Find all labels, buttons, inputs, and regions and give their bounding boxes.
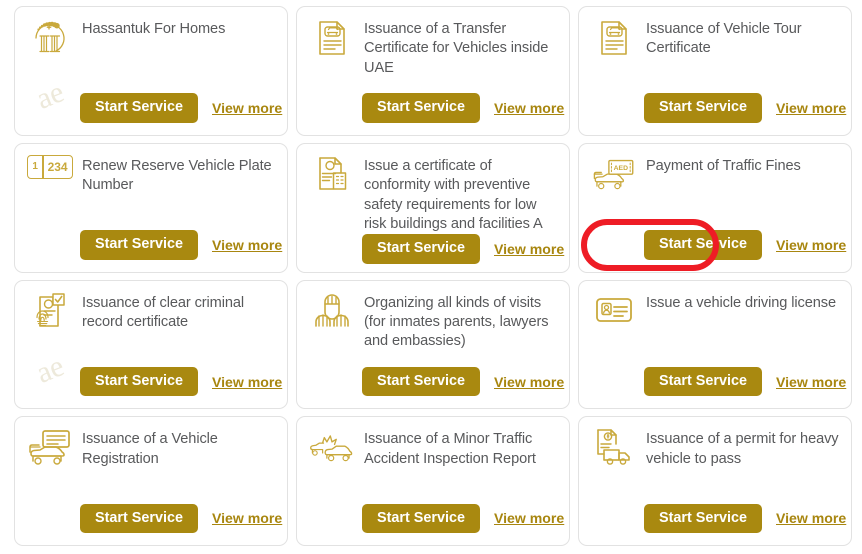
view-more-link[interactable]: View more: [776, 510, 846, 526]
service-card-header: Issuance of a Minor Traffic Accident Ins…: [309, 427, 557, 470]
start-service-button[interactable]: Start Service: [644, 503, 762, 533]
service-card-header: Issue a certificate of conformity with p…: [309, 154, 557, 235]
safety-certificate-building-icon: [309, 154, 355, 197]
hassantuk-columns-icon: [27, 17, 73, 60]
view-more-link[interactable]: View more: [776, 374, 846, 390]
service-card-header: Issuance of a Vehicle Registration: [27, 427, 275, 470]
start-service-button[interactable]: Start Service: [362, 93, 480, 123]
service-card[interactable]: Issue a vehicle driving license Start Ser…: [578, 279, 852, 410]
service-card[interactable]: Issuance of clear criminal record certif…: [14, 279, 288, 410]
service-card[interactable]: Issue a certificate of conformity with p…: [296, 142, 570, 273]
view-more-link[interactable]: View more: [212, 510, 282, 526]
service-card-header: AED Payment of Traffic Fines: [591, 154, 839, 197]
service-card-actions: Start Service View more: [309, 234, 564, 265]
service-card-actions: Start Service View more: [309, 366, 564, 398]
service-card-actions: ae Start Service View more: [27, 76, 282, 124]
car-collision-icon: [309, 427, 355, 470]
vehicle-document-icon: [591, 17, 637, 60]
service-card[interactable]: Issuance of a Minor Traffic Accident Ins…: [296, 416, 570, 546]
view-more-link[interactable]: View more: [212, 100, 282, 116]
service-card-actions: Start Service View more: [27, 503, 282, 535]
start-service-button[interactable]: Start Service: [362, 234, 480, 264]
start-service-button[interactable]: Start Service: [362, 503, 480, 533]
service-card-title: Renew Reserve Vehicle Plate Number: [82, 157, 272, 194]
license-plate-icon: 1 234: [27, 154, 73, 197]
service-card-title: Hassantuk For Homes: [82, 21, 226, 37]
service-card-actions: Start Service View more: [591, 503, 846, 535]
start-service-button[interactable]: Start Service: [80, 230, 198, 260]
service-card-title: Issuance of a permit for heavy vehicle t…: [646, 431, 839, 467]
service-card-title: Issuance of clear criminal record certif…: [82, 294, 245, 330]
service-card[interactable]: 1 234 Renew Reserve Vehicle Plate Number St…: [14, 142, 288, 273]
service-card-actions: Start Service View more: [591, 93, 846, 124]
fingerprint-document-icon: [27, 291, 73, 334]
service-card[interactable]: Hassantuk For Homes ae Start Service View m…: [14, 6, 288, 136]
service-card-title: Payment of Traffic Fines: [646, 157, 801, 174]
view-more-link[interactable]: View more: [494, 100, 564, 116]
start-service-button[interactable]: Start Service: [80, 93, 198, 123]
service-card-header: Issuance of a permit for heavy vehicle t…: [591, 427, 839, 470]
start-service-button[interactable]: Start Service: [80, 503, 198, 533]
service-cards-grid: Hassantuk For Homes ae Start Service View m…: [0, 0, 862, 554]
vehicle-document-icon: [309, 17, 355, 60]
service-card-title: Organizing all kinds of visits (for inma…: [364, 294, 549, 350]
service-card-actions: ae Start Service View more: [27, 349, 282, 398]
view-more-link[interactable]: View more: [494, 510, 564, 526]
prison-visit-icon: [309, 291, 355, 334]
svg-text:AED: AED: [614, 165, 628, 172]
service-card-title: Issuance of Vehicle Tour Certificate: [646, 21, 802, 57]
view-more-link[interactable]: View more: [212, 374, 282, 390]
service-card-header: Issuance of a Transfer Certificate for V…: [309, 17, 557, 78]
service-card[interactable]: Issuance of a Vehicle Registration Start …: [14, 416, 288, 546]
background-watermark: ae: [31, 75, 69, 117]
start-service-button[interactable]: Start Service: [80, 366, 198, 397]
service-card-header: Organizing all kinds of visits (for inma…: [309, 291, 557, 352]
start-service-button[interactable]: Start Service: [644, 93, 762, 123]
service-card-header: Issuance of Vehicle Tour Certificate: [591, 17, 839, 60]
service-card[interactable]: Organizing all kinds of visits (for inma…: [296, 279, 570, 410]
view-more-link[interactable]: View more: [776, 237, 846, 253]
car-banknote-aed-icon: AED: [591, 154, 637, 197]
service-card-header: Issue a vehicle driving license: [591, 291, 839, 334]
background-watermark: ae: [31, 349, 69, 390]
service-card[interactable]: AED Payment of Traffic Fines Start Service…: [578, 142, 852, 273]
truck-permit-icon: [591, 427, 637, 470]
service-card-title: Issue a vehicle driving license: [646, 294, 836, 311]
start-service-button[interactable]: Start Service: [644, 230, 762, 260]
services-grid-page: Hassantuk For Homes ae Start Service View m…: [0, 0, 862, 554]
start-service-button[interactable]: Start Service: [644, 366, 762, 397]
service-card[interactable]: Issuance of Vehicle Tour Certificate Star…: [578, 6, 852, 136]
view-more-link[interactable]: View more: [776, 100, 846, 116]
service-card-actions: Start Service View more: [309, 503, 564, 535]
service-card-header: Issuance of clear criminal record certif…: [27, 291, 275, 334]
view-more-link[interactable]: View more: [212, 237, 282, 253]
service-card-actions: Start Service View more: [591, 366, 846, 398]
service-card-title: Issuance of a Vehicle Registration: [82, 431, 218, 467]
id-card-icon: [591, 291, 637, 334]
service-card-title: Issuance of a Minor Traffic Accident Ins…: [364, 431, 536, 467]
service-card-header: Hassantuk For Homes: [27, 17, 275, 60]
start-service-button[interactable]: Start Service: [362, 366, 480, 397]
service-card[interactable]: Issuance of a permit for heavy vehicle t…: [578, 416, 852, 546]
service-card-title: Issuance of a Transfer Certificate for V…: [364, 21, 549, 76]
service-card-header: 1 234 Renew Reserve Vehicle Plate Number: [27, 154, 275, 197]
service-card-actions: Start Service View more: [27, 230, 282, 261]
service-card-title: Issue a certificate of conformity with p…: [364, 157, 543, 232]
service-card[interactable]: Issuance of a Transfer Certificate for V…: [296, 6, 570, 136]
service-card-actions: Start Service View more: [309, 93, 564, 124]
service-card-actions: Start Service View more: [581, 219, 846, 272]
view-more-link[interactable]: View more: [494, 241, 564, 257]
view-more-link[interactable]: View more: [494, 374, 564, 390]
car-card-icon: [27, 427, 73, 470]
